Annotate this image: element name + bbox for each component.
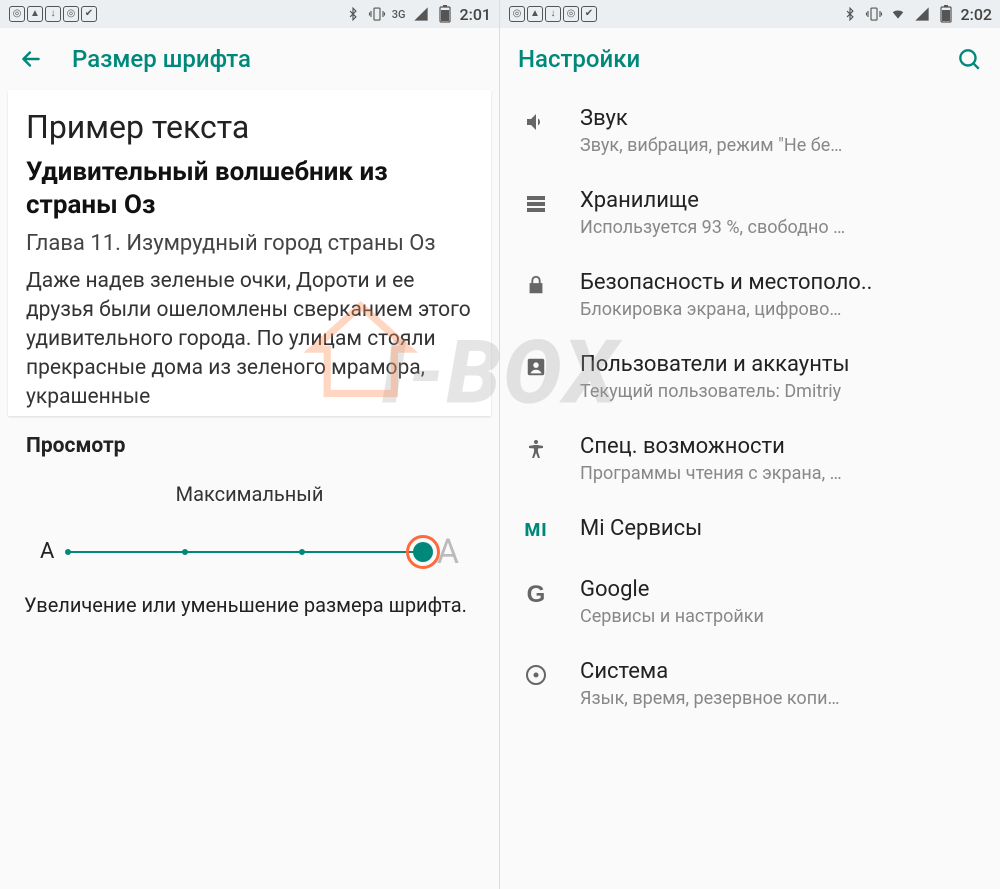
- setting-subtitle: Язык, время, резервное копи…: [580, 688, 982, 709]
- notif-icon: ◎: [8, 5, 26, 23]
- toolbar: Настройки: [500, 28, 1000, 90]
- access-icon: [518, 434, 554, 462]
- setting-subtitle: Программы чтения с экрана, …: [580, 463, 982, 484]
- status-bar: ◎ ▲ ↓ ◎ ✔ 2:02: [500, 0, 1000, 28]
- notif-icon: ✔: [580, 5, 598, 23]
- setting-item-sound[interactable]: Звук Звук, вибрация, режим "Не бе…: [500, 90, 1000, 172]
- setting-item-system[interactable]: Система Язык, время, резервное копи…: [500, 643, 1000, 725]
- setting-title: Безопасность и местополо..: [580, 270, 982, 295]
- search-button[interactable]: [956, 46, 982, 72]
- preview-card: Пример текста Удивительный волшебник из …: [8, 90, 491, 416]
- setting-item-user[interactable]: Пользователи и аккаунты Текущий пользоват…: [500, 336, 1000, 418]
- sample-title: Удивительный волшебник из страны Оз: [26, 156, 473, 221]
- battery-icon: [436, 5, 454, 23]
- font-size-slider[interactable]: [68, 540, 422, 564]
- google-icon: G: [518, 577, 554, 609]
- user-icon: [518, 352, 554, 378]
- setting-title: Спец. возможности: [580, 434, 982, 459]
- setting-subtitle: Сервисы и настройки: [580, 606, 982, 627]
- vibrate-icon: [368, 5, 386, 23]
- slider-description: Увеличение или уменьшение размера шрифта…: [0, 580, 499, 619]
- lock-icon: [518, 270, 554, 296]
- notif-icon: ▲: [526, 5, 544, 23]
- slider-thumb[interactable]: [413, 542, 433, 562]
- system-icon: [518, 659, 554, 687]
- setting-title: Google: [580, 577, 982, 602]
- setting-title: Звук: [580, 106, 982, 131]
- clock: 2:02: [961, 5, 993, 24]
- notif-icon: ◎: [62, 5, 80, 23]
- network-label: 3G: [392, 8, 406, 21]
- setting-title: Система: [580, 659, 982, 684]
- bluetooth-icon: [344, 5, 362, 23]
- notif-icon: ▲: [26, 5, 44, 23]
- page-title: Размер шрифта: [72, 45, 251, 73]
- notif-icon: ↓: [544, 5, 562, 23]
- setting-item-lock[interactable]: Безопасность и местополо.. Блокировка экр…: [500, 254, 1000, 336]
- setting-title: Пользователи и аккаунты: [580, 352, 982, 377]
- setting-subtitle: Текущий пользователь: Dmitriy: [580, 381, 982, 402]
- sample-chapter: Глава 11. Изумрудный город страны Оз: [26, 229, 473, 259]
- clock: 2:01: [460, 5, 492, 24]
- mi-icon: MI: [518, 516, 554, 541]
- battery-icon: [937, 5, 955, 23]
- font-size-slider-area: Максимальный A A: [0, 472, 499, 580]
- notif-icon: ↓: [44, 5, 62, 23]
- setting-item-storage[interactable]: Хранилище Используется 93 %, свободно …: [500, 172, 1000, 254]
- small-a-icon: A: [40, 539, 54, 564]
- sound-icon: [518, 106, 554, 134]
- large-a-icon: A: [437, 532, 459, 572]
- status-bar: ◎ ▲ ↓ ◎ ✔ 3G 2:01: [0, 0, 499, 28]
- setting-title: Mi Сервисы: [580, 516, 982, 541]
- signal-icon: [913, 5, 931, 23]
- setting-item-access[interactable]: Спец. возможности Программы чтения с экра…: [500, 418, 1000, 500]
- sample-body: Даже надев зеленые очки, Дороти и ее дру…: [26, 267, 473, 412]
- vibrate-icon: [865, 5, 883, 23]
- setting-title: Хранилище: [580, 188, 982, 213]
- setting-subtitle: Блокировка экрана, цифрово…: [580, 299, 982, 320]
- phone-font-size: ◎ ▲ ↓ ◎ ✔ 3G 2:01: [0, 0, 500, 889]
- notif-icon: ◎: [508, 5, 526, 23]
- notif-icon: ◎: [562, 5, 580, 23]
- preview-section-label: Просмотр: [0, 416, 499, 472]
- wifi-icon: [889, 5, 907, 23]
- signal-icon: [412, 5, 430, 23]
- phone-settings: ◎ ▲ ↓ ◎ ✔ 2:02: [500, 0, 1000, 889]
- back-button[interactable]: [18, 46, 44, 72]
- notif-icon: ✔: [80, 5, 98, 23]
- setting-subtitle: Звук, вибрация, режим "Не бе…: [580, 135, 982, 156]
- setting-item-google[interactable]: G Google Сервисы и настройки: [500, 561, 1000, 643]
- bluetooth-icon: [841, 5, 859, 23]
- sample-label: Пример текста: [26, 108, 473, 146]
- slider-value-label: Максимальный: [40, 482, 459, 506]
- page-title: Настройки: [518, 45, 640, 73]
- settings-list[interactable]: Звук Звук, вибрация, режим "Не бе… Хранили…: [500, 90, 1000, 889]
- setting-subtitle: Используется 93 %, свободно …: [580, 217, 982, 238]
- storage-icon: [518, 188, 554, 216]
- setting-item-mi[interactable]: MI Mi Сервисы: [500, 500, 1000, 561]
- toolbar: Размер шрифта: [0, 28, 499, 90]
